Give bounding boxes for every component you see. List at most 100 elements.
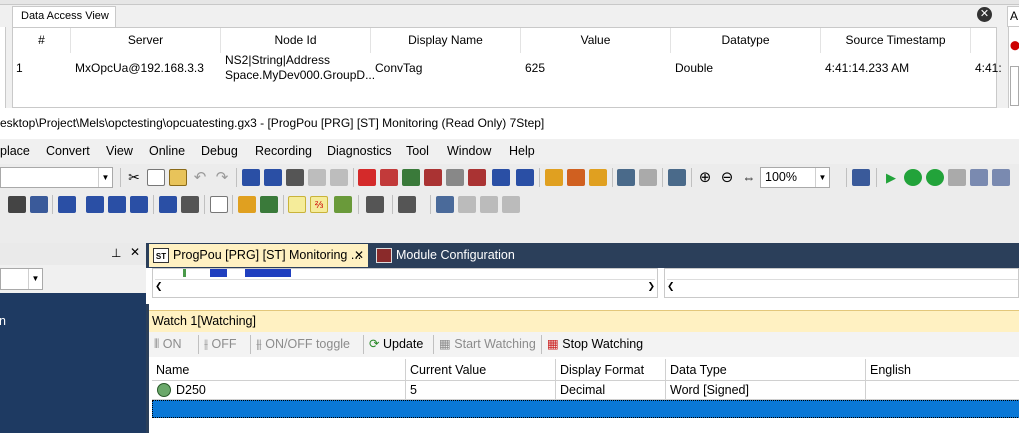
write-icon[interactable] — [545, 169, 563, 186]
col-header-index[interactable]: # — [13, 28, 71, 53]
cut-icon[interactable]: ✂ — [125, 169, 143, 186]
find-icon[interactable] — [402, 169, 420, 186]
eye-icon[interactable] — [366, 196, 384, 213]
check-icon[interactable] — [904, 169, 922, 186]
find-contact-icon[interactable] — [446, 169, 464, 186]
editor-pane-right[interactable]: ❮ — [664, 268, 1019, 298]
col-header-display-name[interactable]: Display Name — [371, 28, 521, 53]
update-button[interactable]: ⟳ Update — [369, 332, 423, 357]
device-search-icon[interactable] — [264, 169, 282, 186]
struct-disabled-icon[interactable] — [502, 196, 520, 213]
zoom-in-icon[interactable]: ⊕ — [696, 169, 714, 186]
find-down-icon[interactable] — [398, 196, 416, 213]
jump-icon[interactable] — [358, 169, 376, 186]
step-icon[interactable] — [948, 169, 966, 186]
replace-all-icon[interactable] — [516, 169, 534, 186]
selected-empty-row[interactable] — [152, 400, 1019, 418]
tab-module-configuration[interactable]: Module Configuration — [372, 244, 522, 267]
menu-replace[interactable]: place — [0, 139, 30, 164]
tab-data-access-view[interactable]: Data Access View — [12, 6, 116, 27]
monitor-icon[interactable] — [617, 169, 635, 186]
chevron-left-icon[interactable]: ❮ — [155, 281, 163, 292]
col-header-display-format[interactable]: Display Format — [556, 359, 666, 381]
menu-debug[interactable]: Debug — [201, 139, 238, 164]
device-usage-icon[interactable] — [181, 196, 199, 213]
cross-ref-icon[interactable] — [159, 196, 177, 213]
menu-window[interactable]: Window — [447, 139, 491, 164]
verify-icon[interactable] — [589, 169, 607, 186]
close-icon[interactable]: ✕ — [977, 7, 992, 22]
chevron-down-icon[interactable]: ▼ — [28, 269, 42, 289]
device-init-icon[interactable] — [108, 196, 126, 213]
tab-progpou-monitoring[interactable]: ST ProgPou [PRG] [ST] Monitoring ... ✕ — [149, 244, 368, 267]
col-header-english[interactable]: English — [866, 359, 1019, 381]
chevron-down-icon[interactable]: ▼ — [98, 168, 112, 187]
device-icon[interactable] — [242, 169, 260, 186]
fb-disabled-icon[interactable] — [480, 196, 498, 213]
network-icon[interactable] — [260, 196, 278, 213]
search-combo[interactable]: ▼ — [0, 167, 113, 188]
start-watching-button[interactable]: ▦ Start Watching — [439, 332, 536, 357]
tree-item-fragment[interactable]: n — [0, 314, 6, 328]
stop-watching-button[interactable]: ▦ Stop Watching — [547, 332, 643, 357]
check-all-icon[interactable] — [926, 169, 944, 186]
chevron-down-icon[interactable]: ▼ — [815, 168, 829, 187]
col-header-current-value[interactable]: Current Value — [406, 359, 556, 381]
menu-recording[interactable]: Recording — [255, 139, 312, 164]
editor-pane-left[interactable]: ❮ ❯ — [152, 268, 658, 298]
read-icon[interactable] — [567, 169, 585, 186]
dock-filter-combo[interactable]: ▼ — [0, 268, 43, 290]
redo-icon[interactable]: ↷ — [213, 169, 231, 186]
device-comment-icon[interactable] — [86, 196, 104, 213]
menu-online[interactable]: Online — [149, 139, 185, 164]
plc-icon[interactable] — [852, 169, 870, 186]
on-button[interactable]: ⫴ ON — [154, 332, 182, 357]
device-disabled-icon[interactable] — [308, 169, 326, 186]
undo-icon[interactable]: ↶ — [191, 169, 209, 186]
device-memory-icon[interactable] — [130, 196, 148, 213]
parameter-icon[interactable] — [238, 196, 256, 213]
label-icon[interactable] — [436, 196, 454, 213]
col-header-name[interactable]: Name — [152, 359, 406, 381]
zoom-out-icon[interactable]: ⊖ — [718, 169, 736, 186]
device-list-icon[interactable] — [286, 169, 304, 186]
col-header-source-timestamp[interactable]: Source Timestamp — [821, 28, 971, 53]
device-batch-icon[interactable] — [58, 196, 76, 213]
on-off-toggle-button[interactable]: ⫵ ON/OFF toggle — [256, 332, 350, 357]
convert-icon[interactable] — [334, 196, 352, 213]
menu-convert[interactable]: Convert — [46, 139, 90, 164]
list-icon[interactable] — [210, 196, 228, 213]
menu-diagnostics[interactable]: Diagnostics — [327, 139, 392, 164]
watch-display-format[interactable]: Decimal — [556, 381, 666, 400]
replace-icon[interactable] — [468, 169, 486, 186]
find-device-icon[interactable] — [424, 169, 442, 186]
col-header-data-type[interactable]: Data Type — [666, 359, 866, 381]
io-icon[interactable]: ⅔ — [310, 196, 328, 213]
replace-device-icon[interactable] — [492, 169, 510, 186]
fit-width-icon[interactable]: ⇔ — [740, 169, 758, 186]
menu-tool[interactable]: Tool — [406, 139, 429, 164]
watch-current-value[interactable]: 5 — [406, 381, 556, 400]
monitor-write-icon[interactable] — [668, 169, 686, 186]
label-disabled-icon[interactable] — [458, 196, 476, 213]
menu-help[interactable]: Help — [509, 139, 535, 164]
off-button[interactable]: ⫲ OFF — [204, 332, 237, 357]
menu-view[interactable]: View — [106, 139, 133, 164]
copy-icon[interactable] — [147, 169, 165, 186]
jump-back-icon[interactable] — [380, 169, 398, 186]
binoculars-icon[interactable] — [8, 196, 26, 213]
play-icon[interactable]: ▶ — [882, 169, 900, 186]
device-disabled2-icon[interactable] — [330, 169, 348, 186]
chevron-right-icon[interactable]: ❯ — [647, 281, 655, 292]
pin-icon[interactable]: ⊥ — [111, 246, 121, 260]
table-row[interactable]: D250 5 Decimal Word [Signed] — [152, 381, 1019, 400]
col-header-server[interactable]: Server — [71, 28, 221, 53]
edit-icon[interactable] — [288, 196, 306, 213]
monitor-stop-icon[interactable] — [639, 169, 657, 186]
paste-icon[interactable] — [169, 169, 187, 186]
close-icon[interactable]: ✕ — [354, 244, 364, 267]
right-tab-fragment[interactable]: A — [1007, 6, 1019, 27]
col-header-datatype[interactable]: Datatype — [671, 28, 821, 53]
col-header-node-id[interactable]: Node Id — [221, 28, 371, 53]
horizontal-scrollbar[interactable]: ❮ — [667, 279, 1018, 294]
